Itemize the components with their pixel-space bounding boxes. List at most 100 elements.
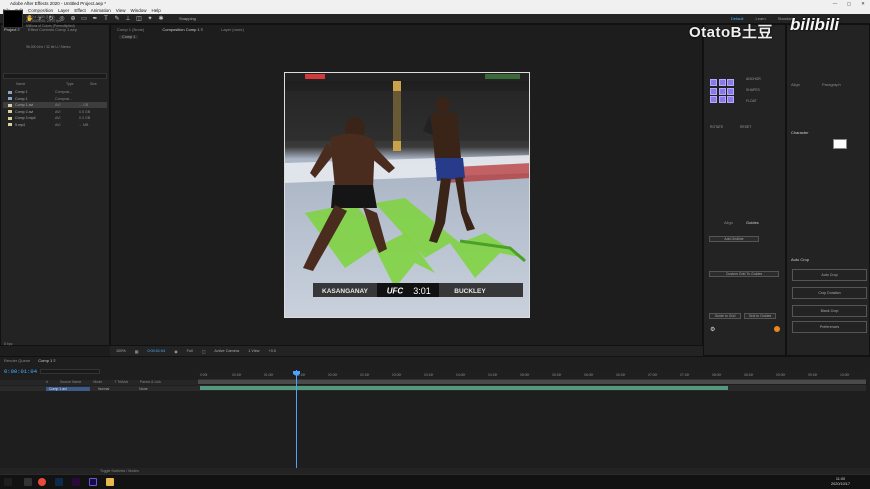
minimize-button[interactable]: —	[828, 0, 842, 7]
puppet-tool-icon[interactable]: ✱	[158, 16, 164, 22]
tab-comp-1[interactable]: Comp 1 ≡	[38, 358, 55, 363]
settings-gear-icon[interactable]: ⚙	[710, 326, 715, 333]
eraser-tool-icon[interactable]: ◫	[136, 16, 142, 22]
blank-crop-button[interactable]: Blank Crop	[792, 305, 867, 317]
magnification-dropdown[interactable]: 100%	[116, 349, 126, 353]
composition-frame[interactable]: KASANGANAY UFC 3:01 BUCKLEY	[284, 72, 530, 318]
active-camera-dropdown[interactable]: Active Camera	[214, 349, 239, 353]
anchor-cell[interactable]	[718, 79, 726, 86]
work-area-bar[interactable]	[198, 380, 866, 384]
video-frame-image: KASANGANAY UFC 3:01 BUCKLEY	[285, 73, 529, 317]
type-tool-icon[interactable]: T	[103, 16, 109, 22]
column-parent[interactable]: Parent & Link	[140, 380, 161, 385]
tab-composition[interactable]: Composition Comp 1 ≡	[162, 27, 203, 32]
tab-layer[interactable]: Layer (none)	[221, 27, 244, 32]
anchor-cell[interactable]	[718, 96, 726, 103]
project-item-row[interactable]: 5.mp4 AVI ... MB	[3, 122, 107, 128]
grid-to-guides-button[interactable]: Grid to Guides	[744, 313, 776, 319]
comp-breadcrumb[interactable]: Comp 1	[119, 35, 139, 39]
column-name[interactable]: Name	[16, 82, 66, 87]
anchor-cell[interactable]	[710, 87, 717, 95]
tab-paragraph[interactable]: Paragraph	[822, 82, 841, 87]
chrome-icon[interactable]	[38, 478, 46, 486]
after-effects-icon[interactable]	[89, 478, 97, 486]
project-item-row[interactable]: Comp 3.mp4 AVI 0.3 GB	[3, 115, 107, 121]
roto-brush-tool-icon[interactable]: ✦	[147, 16, 153, 22]
crop-duration-button[interactable]: Crop Duration	[792, 287, 867, 299]
project-item-row[interactable]: Comp 1 Composi...	[3, 96, 107, 102]
menu-window[interactable]: Window	[130, 7, 146, 14]
column-index[interactable]: #	[46, 380, 48, 385]
premiere-icon[interactable]	[72, 478, 80, 486]
layer-name[interactable]: Comp 1.avi	[46, 386, 90, 391]
anchor-cell[interactable]	[727, 87, 734, 95]
project-item-row[interactable]: Comp 2.avi AVI 0.5 GB	[3, 109, 107, 115]
brush-tool-icon[interactable]: ✎	[114, 16, 120, 22]
anchor-cell[interactable]	[710, 79, 717, 86]
anchor-cell[interactable]	[727, 79, 734, 86]
current-time-indicator[interactable]	[296, 370, 297, 470]
ruler-tick-label: 04:15f	[488, 373, 498, 377]
current-time-display[interactable]: 0:00:01:04	[147, 349, 165, 353]
fill-color-swatch[interactable]	[833, 139, 847, 149]
footage-icon	[8, 110, 12, 113]
timeline-timecode[interactable]: 0:00:01:04	[4, 368, 37, 375]
column-type[interactable]: Type	[66, 82, 90, 87]
view-layout-dropdown[interactable]: 1 View	[248, 349, 259, 353]
system-clock[interactable]: 11:00 2020/10/17	[831, 477, 850, 487]
folder-icon[interactable]	[106, 478, 114, 486]
windows-logo-icon[interactable]	[4, 478, 12, 486]
project-search-input[interactable]	[3, 73, 107, 79]
search-icon[interactable]	[24, 478, 32, 486]
close-button[interactable]: ✕	[856, 0, 870, 7]
layer-duration-bar[interactable]	[200, 386, 728, 390]
timeline-search-input[interactable]	[40, 369, 100, 374]
shapes-label: SHAPES	[746, 88, 760, 92]
maximize-button[interactable]: ▢	[842, 0, 856, 7]
resolution-dropdown[interactable]: Full	[187, 349, 193, 353]
snapping-toggle[interactable]: Snapping	[179, 16, 196, 21]
auto-crop-button[interactable]: Auto Crop	[792, 269, 867, 281]
menu-view[interactable]: View	[116, 7, 126, 14]
region-of-interest-icon[interactable]: ▢	[202, 349, 206, 354]
ruler-tick-label: 09:15f	[808, 373, 818, 377]
layer-row[interactable]: Comp 1.avi Normal None	[0, 386, 198, 391]
pen-tool-icon[interactable]: ✒	[92, 16, 98, 22]
guide-to-grid-button[interactable]: Guide to Grid	[709, 313, 741, 319]
project-item-row[interactable]: Comp 1.avi AVI ... GB	[3, 102, 107, 108]
tab-footage[interactable]: Comp 1 (None)	[117, 27, 144, 32]
toggle-switches-modes[interactable]: Toggle Switches / Modes	[100, 469, 139, 473]
column-source-name[interactable]: Source Name	[60, 380, 81, 385]
tab-guides[interactable]: Guides	[746, 220, 759, 225]
tab-character[interactable]: Character	[791, 130, 809, 135]
info-line: 96,000 kHz / 32 bit U / Stereo	[26, 45, 71, 49]
column-mode[interactable]: Mode	[93, 380, 102, 385]
rss-icon[interactable]	[774, 326, 780, 332]
clone-stamp-tool-icon[interactable]: ⊥	[125, 16, 131, 22]
layer-mode-dropdown[interactable]: Normal	[98, 387, 109, 391]
preferences-button[interactable]: Preferences	[792, 321, 867, 333]
add-gridline-button[interactable]: Add Gridline	[709, 236, 759, 242]
camera-snapshot-icon[interactable]: ◉	[174, 349, 177, 354]
exposure-value[interactable]: +0.0	[269, 349, 277, 353]
custom-grid-button[interactable]: Custom Grid To Guides	[709, 271, 779, 277]
rectangle-tool-icon[interactable]: ▭	[81, 16, 87, 22]
bit-depth-indicator[interactable]: 8 bpc	[4, 342, 13, 346]
project-item-row[interactable]: Comp 1 Composi...	[3, 89, 107, 95]
layer-parent-dropdown[interactable]: None	[139, 387, 147, 391]
tab-align[interactable]: Align	[724, 220, 733, 225]
column-trkmat[interactable]: T TrkMat	[114, 380, 128, 385]
column-size[interactable]: Size	[90, 82, 97, 87]
tab-align-2[interactable]: Align	[791, 82, 800, 87]
menu-help[interactable]: Help	[151, 7, 160, 14]
grid-icon[interactable]: ▦	[135, 349, 139, 354]
menu-effect[interactable]: Effect	[74, 7, 85, 14]
menu-animation[interactable]: Animation	[91, 7, 111, 14]
anchor-grid[interactable]	[710, 79, 734, 103]
tab-auto-crop[interactable]: Auto Crop	[791, 257, 809, 262]
anchor-cell[interactable]	[718, 87, 726, 95]
anchor-cell[interactable]	[710, 96, 717, 103]
photoshop-icon[interactable]	[55, 478, 63, 486]
tab-render-queue[interactable]: Render Queue	[4, 358, 30, 363]
anchor-cell[interactable]	[727, 96, 734, 103]
